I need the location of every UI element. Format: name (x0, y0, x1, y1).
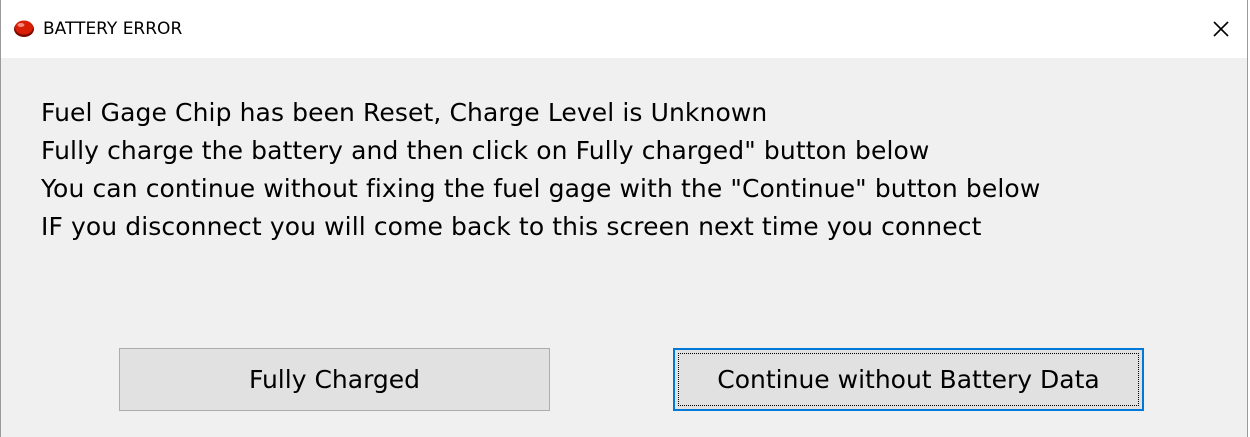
error-message: Fuel Gage Chip has been Reset, Charge Le… (41, 94, 1040, 246)
fully-charged-label: Fully Charged (248, 365, 421, 394)
message-line: Fuel Gage Chip has been Reset, Charge Le… (41, 98, 768, 127)
fully-charged-button[interactable]: Fully Charged (119, 348, 550, 411)
continue-label: Continue without Battery Data (717, 365, 1100, 394)
red-stop-icon (14, 20, 34, 37)
continue-without-battery-data-button[interactable]: Continue without Battery Data (673, 348, 1144, 411)
message-line: IF you disconnect you will come back to … (41, 212, 982, 241)
title-bar[interactable]: BATTERY ERROR (1, 0, 1247, 58)
close-icon[interactable] (1209, 17, 1233, 41)
window-title: BATTERY ERROR (43, 19, 183, 39)
message-line: Fully charge the battery and then click … (41, 136, 930, 165)
battery-error-dialog: BATTERY ERROR Fuel Gage Chip has been Re… (0, 0, 1248, 437)
message-line: You can continue without fixing the fuel… (41, 174, 1041, 203)
